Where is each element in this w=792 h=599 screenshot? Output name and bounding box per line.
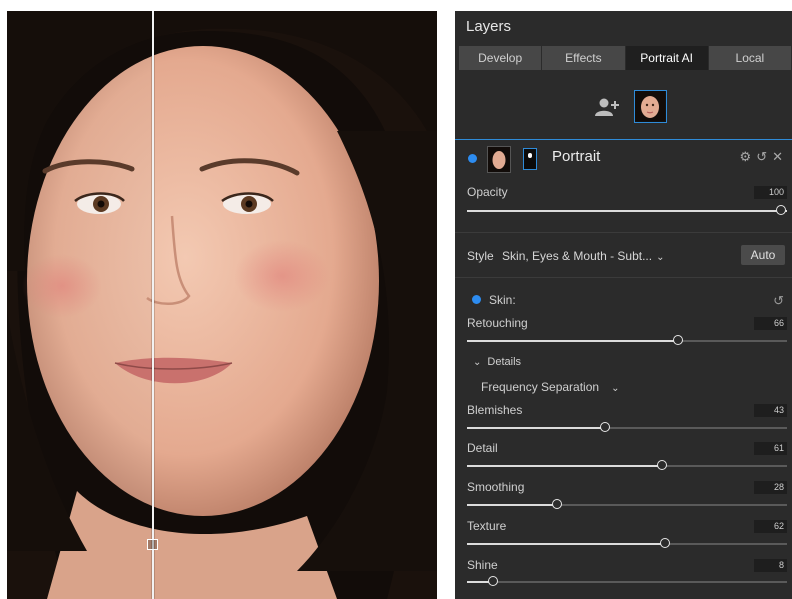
retouching-slider[interactable] [467,335,787,345]
texture-label: Texture [467,519,507,533]
tab-develop[interactable]: Develop [459,46,543,70]
section-divider [455,277,792,278]
split-view-divider[interactable] [152,11,154,599]
texture-slider[interactable] [467,538,787,548]
style-label: Style [467,249,494,263]
panel-title: Layers [466,18,512,35]
skin-reset-icon[interactable]: ↺ [773,293,784,309]
shine-slider[interactable] [467,576,787,586]
layer-thumbnail-icon [488,147,510,172]
section-divider [455,232,792,233]
style-row: Style Skin, Eyes & Mouth - Subt... ⌄ [467,249,665,263]
blemishes-value[interactable]: 43 [754,404,787,417]
retouching-label: Retouching [467,316,528,330]
layer-name: Portrait [552,148,601,165]
layer-row-portrait[interactable]: Portrait ⚙↺✕ [455,139,792,176]
style-dropdown-value: Skin, Eyes & Mouth - Subt... [502,249,653,263]
shine-value[interactable]: 8 [754,559,787,572]
layer-active-dot [468,154,477,163]
tab-portrait-ai[interactable]: Portrait AI [625,46,709,70]
split-view-handle[interactable] [147,539,158,550]
tab-local[interactable]: Local [708,46,792,70]
close-icon[interactable]: ✕ [772,149,788,164]
auto-button[interactable]: Auto [741,245,785,265]
photo-canvas[interactable] [7,11,437,599]
details-toggle[interactable]: ⌄ Details [473,356,521,368]
undo-icon[interactable]: ↺ [756,149,772,164]
opacity-slider-knob[interactable] [776,205,786,215]
chevron-down-icon: ⌄ [611,383,620,394]
shine-slider-knob[interactable] [488,576,498,586]
skin-label: Skin: [489,293,516,307]
retouching-slider-knob[interactable] [673,335,683,345]
add-person-icon[interactable] [595,97,621,117]
chevron-down-icon: ⌄ [473,357,482,368]
details-label: Details [487,356,522,368]
smoothing-slider[interactable] [467,499,787,509]
details-method-dropdown[interactable]: Frequency Separation ⌄ [481,380,619,394]
gear-icon[interactable]: ⚙ [740,149,757,164]
layer-controls: ⚙↺✕ [740,149,788,165]
blemishes-slider-knob[interactable] [600,422,610,432]
layers-panel: Layers Develop Effects Portrait AI Local [455,11,792,599]
details-method-value: Frequency Separation [481,380,600,394]
texture-value[interactable]: 62 [754,520,787,533]
blemishes-slider[interactable] [467,422,787,432]
chevron-down-icon: ⌄ [656,252,665,263]
layer-thumbnail[interactable] [487,146,511,173]
blemishes-label: Blemishes [467,403,523,417]
opacity-slider[interactable] [467,205,787,215]
shine-label: Shine [467,558,498,572]
portrait-photo [7,11,437,599]
detail-value[interactable]: 61 [754,442,787,455]
smoothing-value[interactable]: 28 [754,481,787,494]
style-dropdown[interactable]: Skin, Eyes & Mouth - Subt... ⌄ [502,249,664,263]
detail-slider-knob[interactable] [657,460,667,470]
opacity-label: Opacity [467,185,508,199]
texture-slider-knob[interactable] [660,538,670,548]
mask-thumbnail[interactable] [523,148,537,170]
opacity-value[interactable]: 100 [754,186,787,199]
smoothing-label: Smoothing [467,480,525,494]
detail-slider[interactable] [467,460,787,470]
face-thumbnail-icon [635,91,665,121]
detail-label: Detail [467,441,498,455]
face-thumbnail[interactable] [634,90,667,123]
skin-enabled-dot[interactable] [472,295,481,304]
module-tabs: Develop Effects Portrait AI Local [459,46,792,70]
smoothing-slider-knob[interactable] [552,499,562,509]
tab-effects[interactable]: Effects [542,46,626,70]
retouching-value[interactable]: 66 [754,317,787,330]
